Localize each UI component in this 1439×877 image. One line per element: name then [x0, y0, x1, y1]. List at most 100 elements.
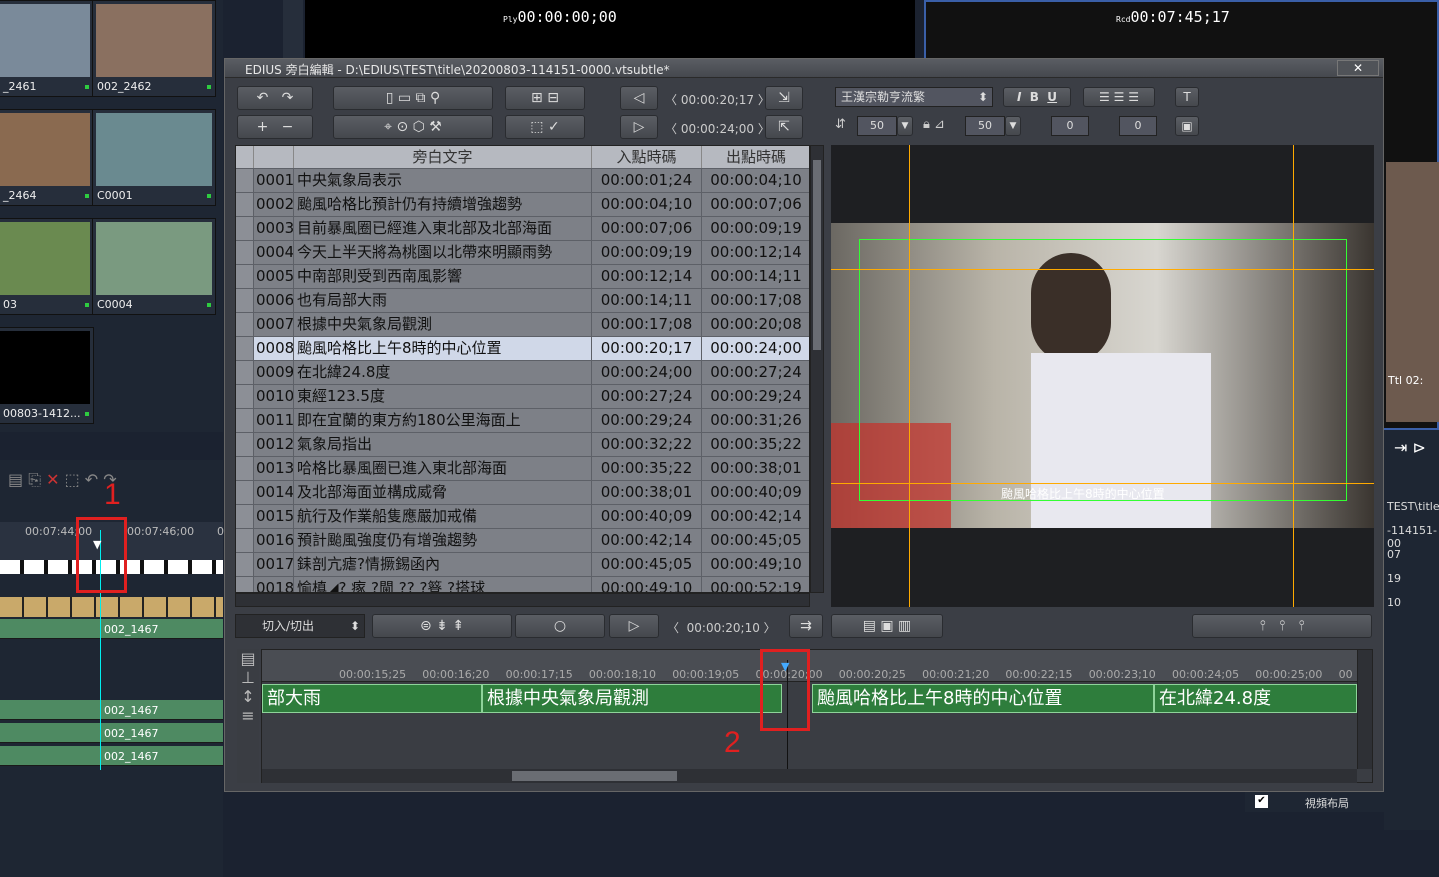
- jump-button[interactable]: ⇉: [789, 614, 823, 638]
- table-row[interactable]: 0011 即在宜蘭的東方約180公里海面上 00:00:29;24 00:00:31;…: [236, 408, 809, 432]
- row-header: [236, 313, 254, 336]
- row-out: 00:00:07;06: [702, 193, 809, 216]
- preview-tools[interactable]: ⊜ ⇟ ⇞: [372, 614, 512, 638]
- col-in[interactable]: 入點時碼: [592, 146, 702, 168]
- bin-clip[interactable]: _2464: [0, 109, 94, 206]
- play-button[interactable]: ▷: [609, 614, 659, 638]
- line-spacing-input[interactable]: 0: [1051, 116, 1089, 136]
- bin-clip[interactable]: 03: [0, 218, 94, 315]
- col-out[interactable]: 出點時碼: [702, 146, 809, 168]
- set-out-button[interactable]: ⇱: [765, 115, 803, 139]
- font-select[interactable]: 王漢宗勒亨流繁 ⬍: [835, 87, 993, 107]
- search-tools[interactable]: ⌖ ⊙ ⬡ ⚒: [333, 115, 493, 139]
- table-row[interactable]: 0009 在北緯24.8度 00:00:24;00 00:00:27;24: [236, 360, 809, 384]
- table-row[interactable]: 0014 及北部海面並構成威脅 00:00:38;01 00:00:40;09: [236, 480, 809, 504]
- row-in: 00:00:29;24: [592, 409, 702, 432]
- bin-panel: _2461 002_2462 _2464 C0001 03 C0004 0080…: [0, 0, 223, 432]
- table-row[interactable]: 0004 今天上半天將為桃園以北帶來明顯雨勢 00:00:09;19 00:00:12…: [236, 240, 809, 264]
- checkbox[interactable]: ✔: [1255, 795, 1268, 808]
- row-text: 東經123.5度: [294, 385, 592, 408]
- row-text: 航行及作業船隻應嚴加戒備: [294, 505, 592, 528]
- row-header: [236, 241, 254, 264]
- row-out: 00:00:24;00: [702, 337, 809, 360]
- mode-select[interactable]: 切入/切出 ⬍: [235, 614, 365, 638]
- table-row[interactable]: 0002 颱風哈格比預計仍有持續增強趨勢 00:00:04;10 00:00:07;0…: [236, 192, 809, 216]
- table-vscroll[interactable]: [810, 145, 824, 593]
- table-row[interactable]: 0016 預計颱風強度仍有增強趨勢 00:00:42;14 00:00:45;05: [236, 528, 809, 552]
- col-text[interactable]: 旁白文字: [294, 146, 592, 168]
- player-monitor: Ply00:00:00;00: [305, 0, 915, 60]
- table-row[interactable]: 0017 銇剖亢瘧?情撅錫函內 00:00:45;05 00:00:49;10: [236, 552, 809, 576]
- table-row[interactable]: 0001 中央氣象局表示 00:00:01;24 00:00:04;10: [236, 168, 809, 192]
- timeline-subtitle[interactable]: 部大雨: [262, 684, 482, 713]
- row-number: 0017: [254, 553, 294, 576]
- stop-button[interactable]: ○: [515, 614, 605, 638]
- underline-button: U: [1047, 90, 1058, 104]
- bin-clip[interactable]: _2461: [0, 0, 94, 97]
- close-button[interactable]: ✕: [1337, 60, 1379, 76]
- bin-clip[interactable]: C0004: [92, 218, 216, 315]
- timeline-side-tools[interactable]: ▤ ⊥ ↕ ≡: [237, 649, 259, 783]
- row-in: 00:00:12;14: [592, 265, 702, 288]
- row-in: 00:00:35;22: [592, 457, 702, 480]
- table-row[interactable]: 0013 哈格比暴風圈已進入東北部海面 00:00:35;22 00:00:38;01: [236, 456, 809, 480]
- next-subtitle-button[interactable]: ▷: [620, 115, 658, 139]
- format-tools[interactable]: ⬚ ✓: [505, 115, 585, 139]
- timeline-subtitle[interactable]: 颱風哈格比上午8時的中心位置: [812, 684, 1154, 713]
- ruler-label: 00: [1338, 668, 1353, 681]
- row-number: 0010: [254, 385, 294, 408]
- prev-subtitle-button[interactable]: ◁: [620, 86, 658, 110]
- row-header: [236, 481, 254, 504]
- bin-clip[interactable]: 002_2462: [92, 0, 216, 97]
- row-in: 00:00:45;05: [592, 553, 702, 576]
- position-buttons[interactable]: ⫯ ⫯ ⫯: [1192, 614, 1372, 638]
- layout-button[interactable]: ▣: [1175, 116, 1199, 136]
- row-number: 0005: [254, 265, 294, 288]
- in-timecode[interactable]: 〈 00:00:20;17 〉: [665, 91, 770, 108]
- table-row[interactable]: 0005 中南部則受到西南風影響 00:00:12;14 00:00:14;11: [236, 264, 809, 288]
- timeline-hscroll[interactable]: [262, 769, 1357, 783]
- file-buttons[interactable]: ▯ ▭ ⧉ ⚲: [333, 86, 493, 110]
- row-text: 根據中央氣象局觀測: [294, 313, 592, 336]
- safe-area-buttons[interactable]: ▤ ▣ ▥: [831, 614, 943, 638]
- timeline-vscroll[interactable]: [1357, 650, 1372, 769]
- align-buttons[interactable]: ☰ ☰ ☰: [1083, 87, 1155, 107]
- dropdown-arrow[interactable]: ▼: [897, 116, 913, 136]
- set-in-button[interactable]: ⇲: [765, 86, 803, 110]
- row-out: 00:00:27;24: [702, 361, 809, 384]
- timeline-subtitle[interactable]: 根據中央氣象局觀測: [482, 684, 782, 713]
- bin-clip[interactable]: C0001: [92, 109, 216, 206]
- timeline-subtitle[interactable]: 在北緯24.8度: [1154, 684, 1357, 713]
- row-in: 00:00:04;10: [592, 193, 702, 216]
- lock-icon[interactable]: 🔒︎ ⊿: [923, 117, 945, 132]
- table-row[interactable]: 0018 愉槙◢? 瘃 ?閫 ?? ?簦 ?搭球 00:00:49;10 00:00:…: [236, 576, 809, 592]
- table-hscroll[interactable]: [235, 593, 810, 607]
- out-timecode[interactable]: 〈 00:00:24;00 〉: [665, 120, 770, 137]
- dropdown-arrow[interactable]: ▼: [1005, 116, 1021, 136]
- undo-redo-group[interactable]: ↶ ↷: [237, 86, 313, 110]
- kerning-input[interactable]: 0: [1119, 116, 1157, 136]
- text-button[interactable]: T: [1175, 87, 1199, 107]
- table-row[interactable]: 0008 颱風哈格比上午8時的中心位置 00:00:20;17 00:00:24;00: [236, 336, 809, 360]
- table-row[interactable]: 0006 也有局部大雨 00:00:14;11 00:00:17;08: [236, 288, 809, 312]
- clip-label: _2461: [3, 80, 37, 93]
- bin-clip[interactable]: 00803-1412...: [0, 327, 94, 424]
- table-row[interactable]: 0010 東經123.5度 00:00:27;24 00:00:29;24: [236, 384, 809, 408]
- row-in: 00:00:42;14: [592, 529, 702, 552]
- add-remove-group[interactable]: + −: [237, 115, 313, 139]
- table-row[interactable]: 0012 氣象局指出 00:00:32;22 00:00:35;22: [236, 432, 809, 456]
- table-row[interactable]: 0003 目前暴風圈已經進入東北部及北部海面 00:00:07;06 00:00:09…: [236, 216, 809, 240]
- font-size-input[interactable]: 50: [857, 116, 897, 136]
- row-out: 00:00:09;19: [702, 217, 809, 240]
- row-out: 00:00:31;26: [702, 409, 809, 432]
- table-row[interactable]: 0007 根據中央氣象局觀測 00:00:17;08 00:00:20;08: [236, 312, 809, 336]
- row-header: [236, 265, 254, 288]
- row-out: 00:00:42;14: [702, 505, 809, 528]
- row-header: [236, 217, 254, 240]
- style-buttons[interactable]: I B U: [1003, 87, 1071, 107]
- font-width-input[interactable]: 50: [965, 116, 1005, 136]
- play-timecode[interactable]: 〈 00:00:20;10 〉: [667, 619, 776, 636]
- row-number: 0003: [254, 217, 294, 240]
- import-export-buttons[interactable]: ⊞ ⊟: [505, 86, 585, 110]
- table-row[interactable]: 0015 航行及作業船隻應嚴加戒備 00:00:40;09 00:00:42;14: [236, 504, 809, 528]
